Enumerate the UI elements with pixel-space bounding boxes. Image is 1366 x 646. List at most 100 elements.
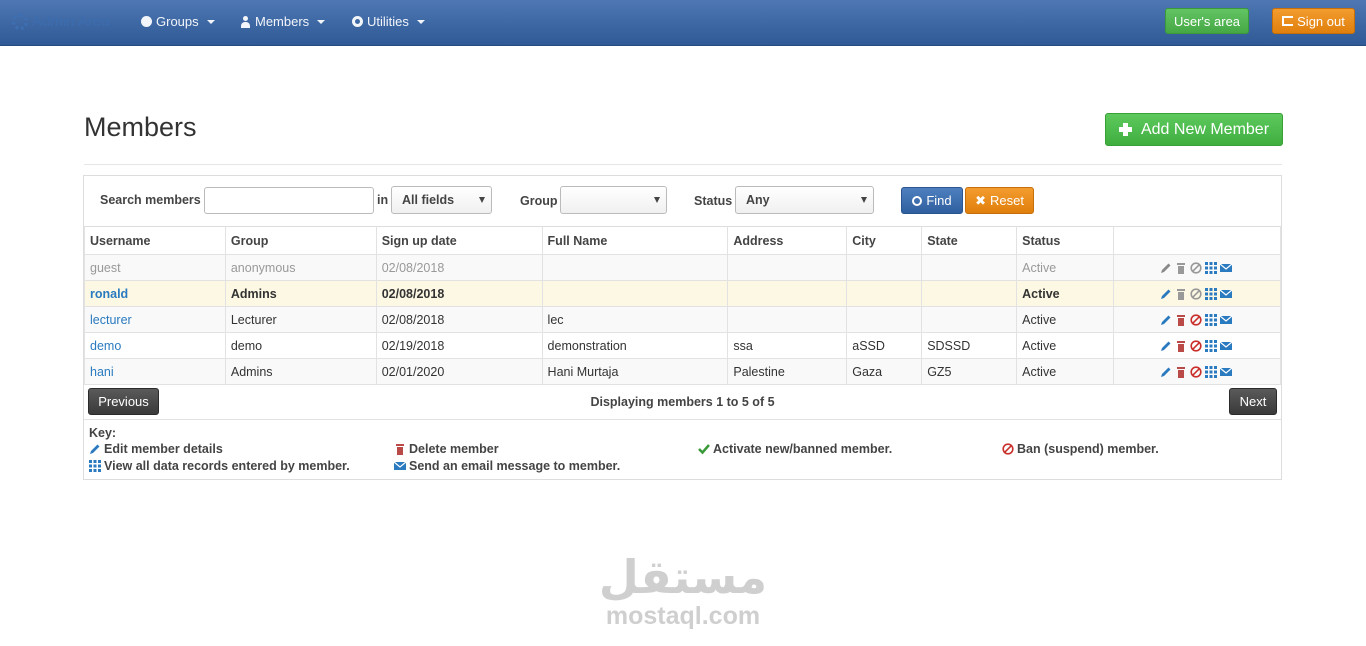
members-panel: Search members in All fields Group Statu…: [83, 175, 1282, 480]
close-icon: ✖: [975, 192, 986, 208]
row-actions: [1113, 332, 1281, 359]
cell-state: [921, 254, 1018, 281]
column-header[interactable]: Sign up date: [375, 226, 543, 255]
username-link[interactable]: ronald: [90, 287, 128, 301]
utilities-menu-label: Utilities: [367, 14, 409, 29]
cell-value: aSSD: [852, 338, 885, 353]
edit-pencil-icon[interactable]: [1160, 262, 1172, 274]
watermark-arabic: مستقل: [598, 551, 768, 603]
divider: [84, 164, 1282, 165]
email-envelope-icon[interactable]: [1220, 366, 1232, 378]
username-link[interactable]: guest: [90, 261, 121, 275]
cell-state: SDSSD: [921, 332, 1018, 359]
row-actions: [1113, 358, 1281, 385]
cell-value: ssa: [733, 338, 753, 353]
ban-icon[interactable]: [1190, 262, 1202, 274]
watermark-latin: mostaql.com: [605, 602, 761, 630]
username-link[interactable]: lecturer: [90, 313, 132, 327]
cell-group: Admins: [224, 358, 377, 385]
groups-menu[interactable]: Groups: [141, 14, 215, 29]
grid-icon: [89, 460, 101, 472]
plus-icon: [1118, 123, 1132, 136]
sign-out-label: Sign out: [1297, 13, 1345, 29]
ban-icon[interactable]: [1190, 340, 1202, 352]
column-header[interactable]: City: [846, 226, 923, 255]
cell-value: Active: [1022, 286, 1060, 301]
cell-status: Active: [1016, 254, 1115, 281]
delete-trash-icon[interactable]: [1175, 262, 1187, 275]
row-actions: [1113, 254, 1281, 281]
edit-pencil-icon[interactable]: [1160, 314, 1172, 326]
edit-pencil-icon[interactable]: [1160, 288, 1172, 300]
email-envelope-icon[interactable]: [1220, 288, 1232, 300]
trash-icon: [396, 444, 404, 455]
table-row: demo demo 02/19/2018 demonstration ssa aSSD SD…: [84, 332, 1281, 359]
key-activate: Activate new/banned member.: [698, 442, 892, 456]
find-label: Find: [926, 193, 952, 208]
cell-city: [846, 280, 923, 307]
column-header[interactable]: Group: [224, 226, 377, 255]
records-grid-icon[interactable]: [1205, 340, 1217, 353]
key-edit-label: Edit member details: [104, 442, 223, 456]
delete-trash-icon[interactable]: [1175, 288, 1187, 301]
cell-address: [727, 280, 848, 307]
key-delete-label: Delete member: [409, 442, 499, 456]
cell-username: guest: [84, 254, 226, 281]
key-delete: Delete member: [394, 442, 499, 456]
username-link[interactable]: hani: [90, 365, 114, 379]
column-header[interactable]: Status: [1016, 226, 1115, 255]
utilities-menu[interactable]: Utilities: [352, 14, 425, 29]
delete-trash-icon[interactable]: [1175, 314, 1187, 327]
column-header[interactable]: State: [921, 226, 1018, 255]
status-select[interactable]: Any: [735, 186, 874, 214]
members-menu-label: Members: [255, 14, 310, 29]
records-grid-icon[interactable]: [1205, 366, 1217, 379]
cell-address: [727, 254, 848, 281]
search-label: Search members: [100, 193, 201, 207]
cell-fullname: lec: [541, 306, 729, 333]
column-header[interactable]: Username: [84, 226, 226, 255]
delete-trash-icon[interactable]: [1175, 366, 1187, 379]
cell-value: 02/08/2018: [381, 286, 445, 301]
cell-state: [921, 306, 1018, 333]
users-area-button[interactable]: User's area: [1165, 8, 1249, 34]
email-envelope-icon[interactable]: [1220, 340, 1232, 352]
table-row: guest anonymous 02/08/2018 Active: [84, 254, 1281, 281]
email-envelope-icon[interactable]: [1220, 314, 1232, 326]
sign-out-button[interactable]: Sign out: [1272, 8, 1355, 34]
records-grid-icon[interactable]: [1205, 314, 1217, 327]
cell-city: Gaza: [846, 358, 923, 385]
add-new-member-button[interactable]: Add New Member: [1105, 113, 1283, 146]
ban-icon[interactable]: [1190, 366, 1202, 378]
group-select[interactable]: [560, 186, 667, 214]
chevron-down-icon: [654, 197, 660, 203]
cell-value: Active: [1022, 364, 1057, 379]
records-grid-icon[interactable]: [1205, 288, 1217, 301]
edit-pencil-icon[interactable]: [1160, 340, 1172, 352]
column-header[interactable]: Address: [727, 226, 848, 255]
row-actions: [1113, 280, 1281, 307]
brand-link[interactable]: Admin Area: [12, 13, 110, 30]
records-grid-icon[interactable]: [1205, 262, 1217, 275]
cell-group: Admins: [224, 280, 377, 307]
next-button[interactable]: Next: [1229, 388, 1277, 415]
cell-fullname: [541, 280, 729, 307]
cell-value: 02/19/2018: [381, 338, 445, 353]
delete-trash-icon[interactable]: [1175, 340, 1187, 353]
edit-pencil-icon[interactable]: [1160, 366, 1172, 378]
add-new-member-label: Add New Member: [1140, 120, 1270, 138]
user-icon: [240, 15, 251, 28]
find-button[interactable]: Find: [901, 187, 963, 214]
username-link[interactable]: demo: [90, 339, 121, 353]
members-menu[interactable]: Members: [240, 14, 326, 29]
column-header[interactable]: Full Name: [541, 226, 729, 255]
search-field-select[interactable]: All fields: [391, 186, 492, 214]
actions-header: [1113, 226, 1281, 255]
ban-icon[interactable]: [1190, 288, 1202, 300]
ban-icon[interactable]: [1190, 314, 1202, 326]
email-envelope-icon[interactable]: [1220, 262, 1232, 274]
search-input[interactable]: [204, 187, 374, 214]
cell-value: Gaza: [852, 364, 883, 379]
cell-value: GZ5: [927, 364, 952, 379]
reset-button[interactable]: ✖ Reset: [965, 187, 1034, 214]
